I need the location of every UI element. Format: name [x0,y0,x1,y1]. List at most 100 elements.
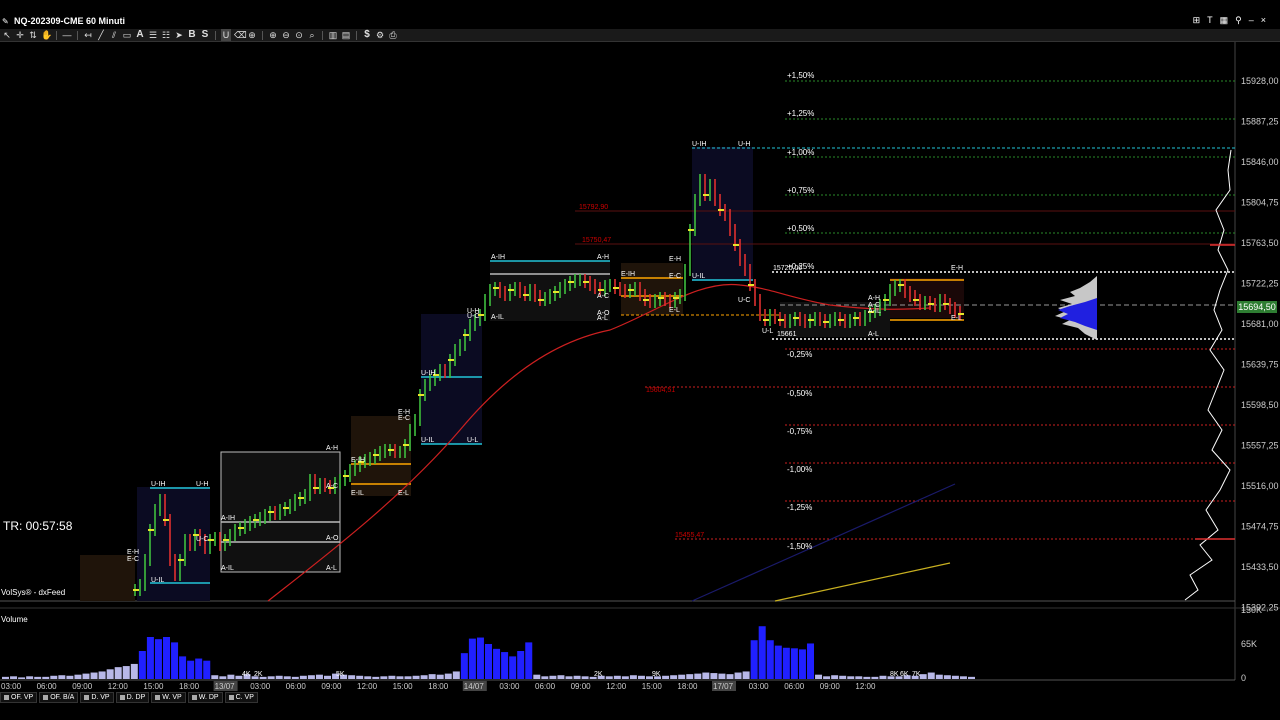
poc-marker [223,539,229,541]
time-axis[interactable]: 03:00 06:00 09:00 12:00 15:00 18:00 13/07 03:00… [1,681,876,691]
volume-bar [163,637,170,679]
volume-bar [637,675,645,679]
volume-bar [807,643,814,679]
volume-bar [686,674,694,679]
tab-icon [191,694,197,700]
volume-bar [267,676,275,679]
poc-marker [943,303,949,305]
time-tick-label: 13/07 [215,682,236,691]
level-label: 15455,47 [675,532,704,539]
volume-bar [154,639,162,679]
ib-label: E-IH [621,271,635,278]
poc-marker [808,319,814,321]
volume-bar-label: 7K [912,671,921,678]
volume-bar [670,675,678,679]
poc-marker [913,299,919,301]
time-tick-label: 12:00 [108,682,129,691]
volume-bar-label: 9K [652,671,661,678]
time-tick-label: 06:00 [286,682,307,691]
volume-tick-label: 65K [1241,639,1257,649]
price-chart[interactable]: 15928,00 15887,25 15846,00 15804,75 15763,50… [0,0,1280,720]
regression-line [774,562,951,602]
volume-bar [605,676,613,679]
poc-marker [208,539,214,541]
volume-bar-label: 5K [336,671,345,678]
price-tick-label: 15804,75 [1241,198,1279,208]
volume-tick-label: 0 [1241,673,1246,683]
poc-marker [763,319,769,321]
poc-marker [493,287,499,289]
timer-label: TR: 00:57:58 [3,519,73,533]
price-tick-label: 15516,00 [1241,481,1279,491]
poc-marker [748,284,754,286]
tab-d-dp[interactable]: D. DP [115,692,150,703]
volume-bar [557,675,565,679]
volume-bar [195,658,203,679]
time-tick-label: 14/07 [464,682,485,691]
volume-bar [774,645,782,679]
volume-bar [356,675,364,679]
tab-of-vp[interactable]: OF. VP [0,692,38,703]
ib-label: A-IL [491,314,504,321]
tab-icon [155,694,161,700]
volume-bar [26,676,34,679]
time-tick-label: 18:00 [428,682,449,691]
ib-label: E-C [127,556,139,563]
ib-label: A-C [597,293,609,300]
tab-w-vp[interactable]: W. VP [151,692,186,703]
poc-marker [523,294,529,296]
poc-marker [373,454,379,456]
time-tick-label: 03:00 [250,682,271,691]
volume-bar [187,660,195,679]
time-tick-label: 09:00 [72,682,93,691]
volume-bar [968,676,975,679]
volume-bar [621,676,629,679]
ib-label: A-L [597,315,608,322]
poc-marker [628,289,634,291]
volume-bar [90,672,98,679]
tab-c-vp[interactable]: C. VP [224,692,258,703]
percent-level-label: -1,50% [787,542,812,551]
volume-bar-label: 8K [890,671,899,678]
volume-bar [203,660,211,679]
ib-label: A-C [326,483,338,490]
tab-of-ba[interactable]: OF. B/A [39,692,79,703]
tab-icon [228,694,234,700]
ib-label: E-IL [351,490,364,497]
tab-w-dp[interactable]: W. DP [187,692,223,703]
ib-label: U-IH [692,141,706,148]
volume-bar [565,676,573,679]
ib-label: U-C [738,297,750,304]
poc-marker [463,334,469,336]
volume-bar [428,674,436,679]
volume-bar [758,626,766,679]
level-label: 15604,51 [646,387,675,394]
volume-bar [74,674,82,679]
volume-bar [283,676,291,679]
poc-marker [388,449,394,451]
poc-marker [688,229,694,231]
session-boxes [80,147,964,601]
volume-bar [493,648,501,679]
ib-label: A-O [326,535,339,542]
tab-icon [119,694,125,700]
poc-marker [283,507,289,509]
poc-marker [538,299,544,301]
volume-bar [171,642,179,679]
ib-label: E-C [398,415,410,422]
volume-bar [122,666,130,679]
ib-label: U-IH [421,370,435,377]
tab-label: W. DP [198,694,219,701]
tab-label: D. VP [91,694,110,701]
volume-bar [678,674,686,679]
price-tick-label: 15639,75 [1241,360,1279,370]
volume-bar [436,674,444,679]
volume-bar [364,676,372,679]
percent-level-label: +1,25% [787,109,814,118]
volume-bar [146,637,154,679]
ib-label: A-IL [868,308,881,315]
volume-bar [227,674,235,679]
tab-d-vp[interactable]: D. VP [80,692,114,703]
volume-bar [871,676,879,679]
price-axis[interactable]: 15928,00 15887,25 15846,00 15804,75 15763,50… [1241,76,1279,613]
